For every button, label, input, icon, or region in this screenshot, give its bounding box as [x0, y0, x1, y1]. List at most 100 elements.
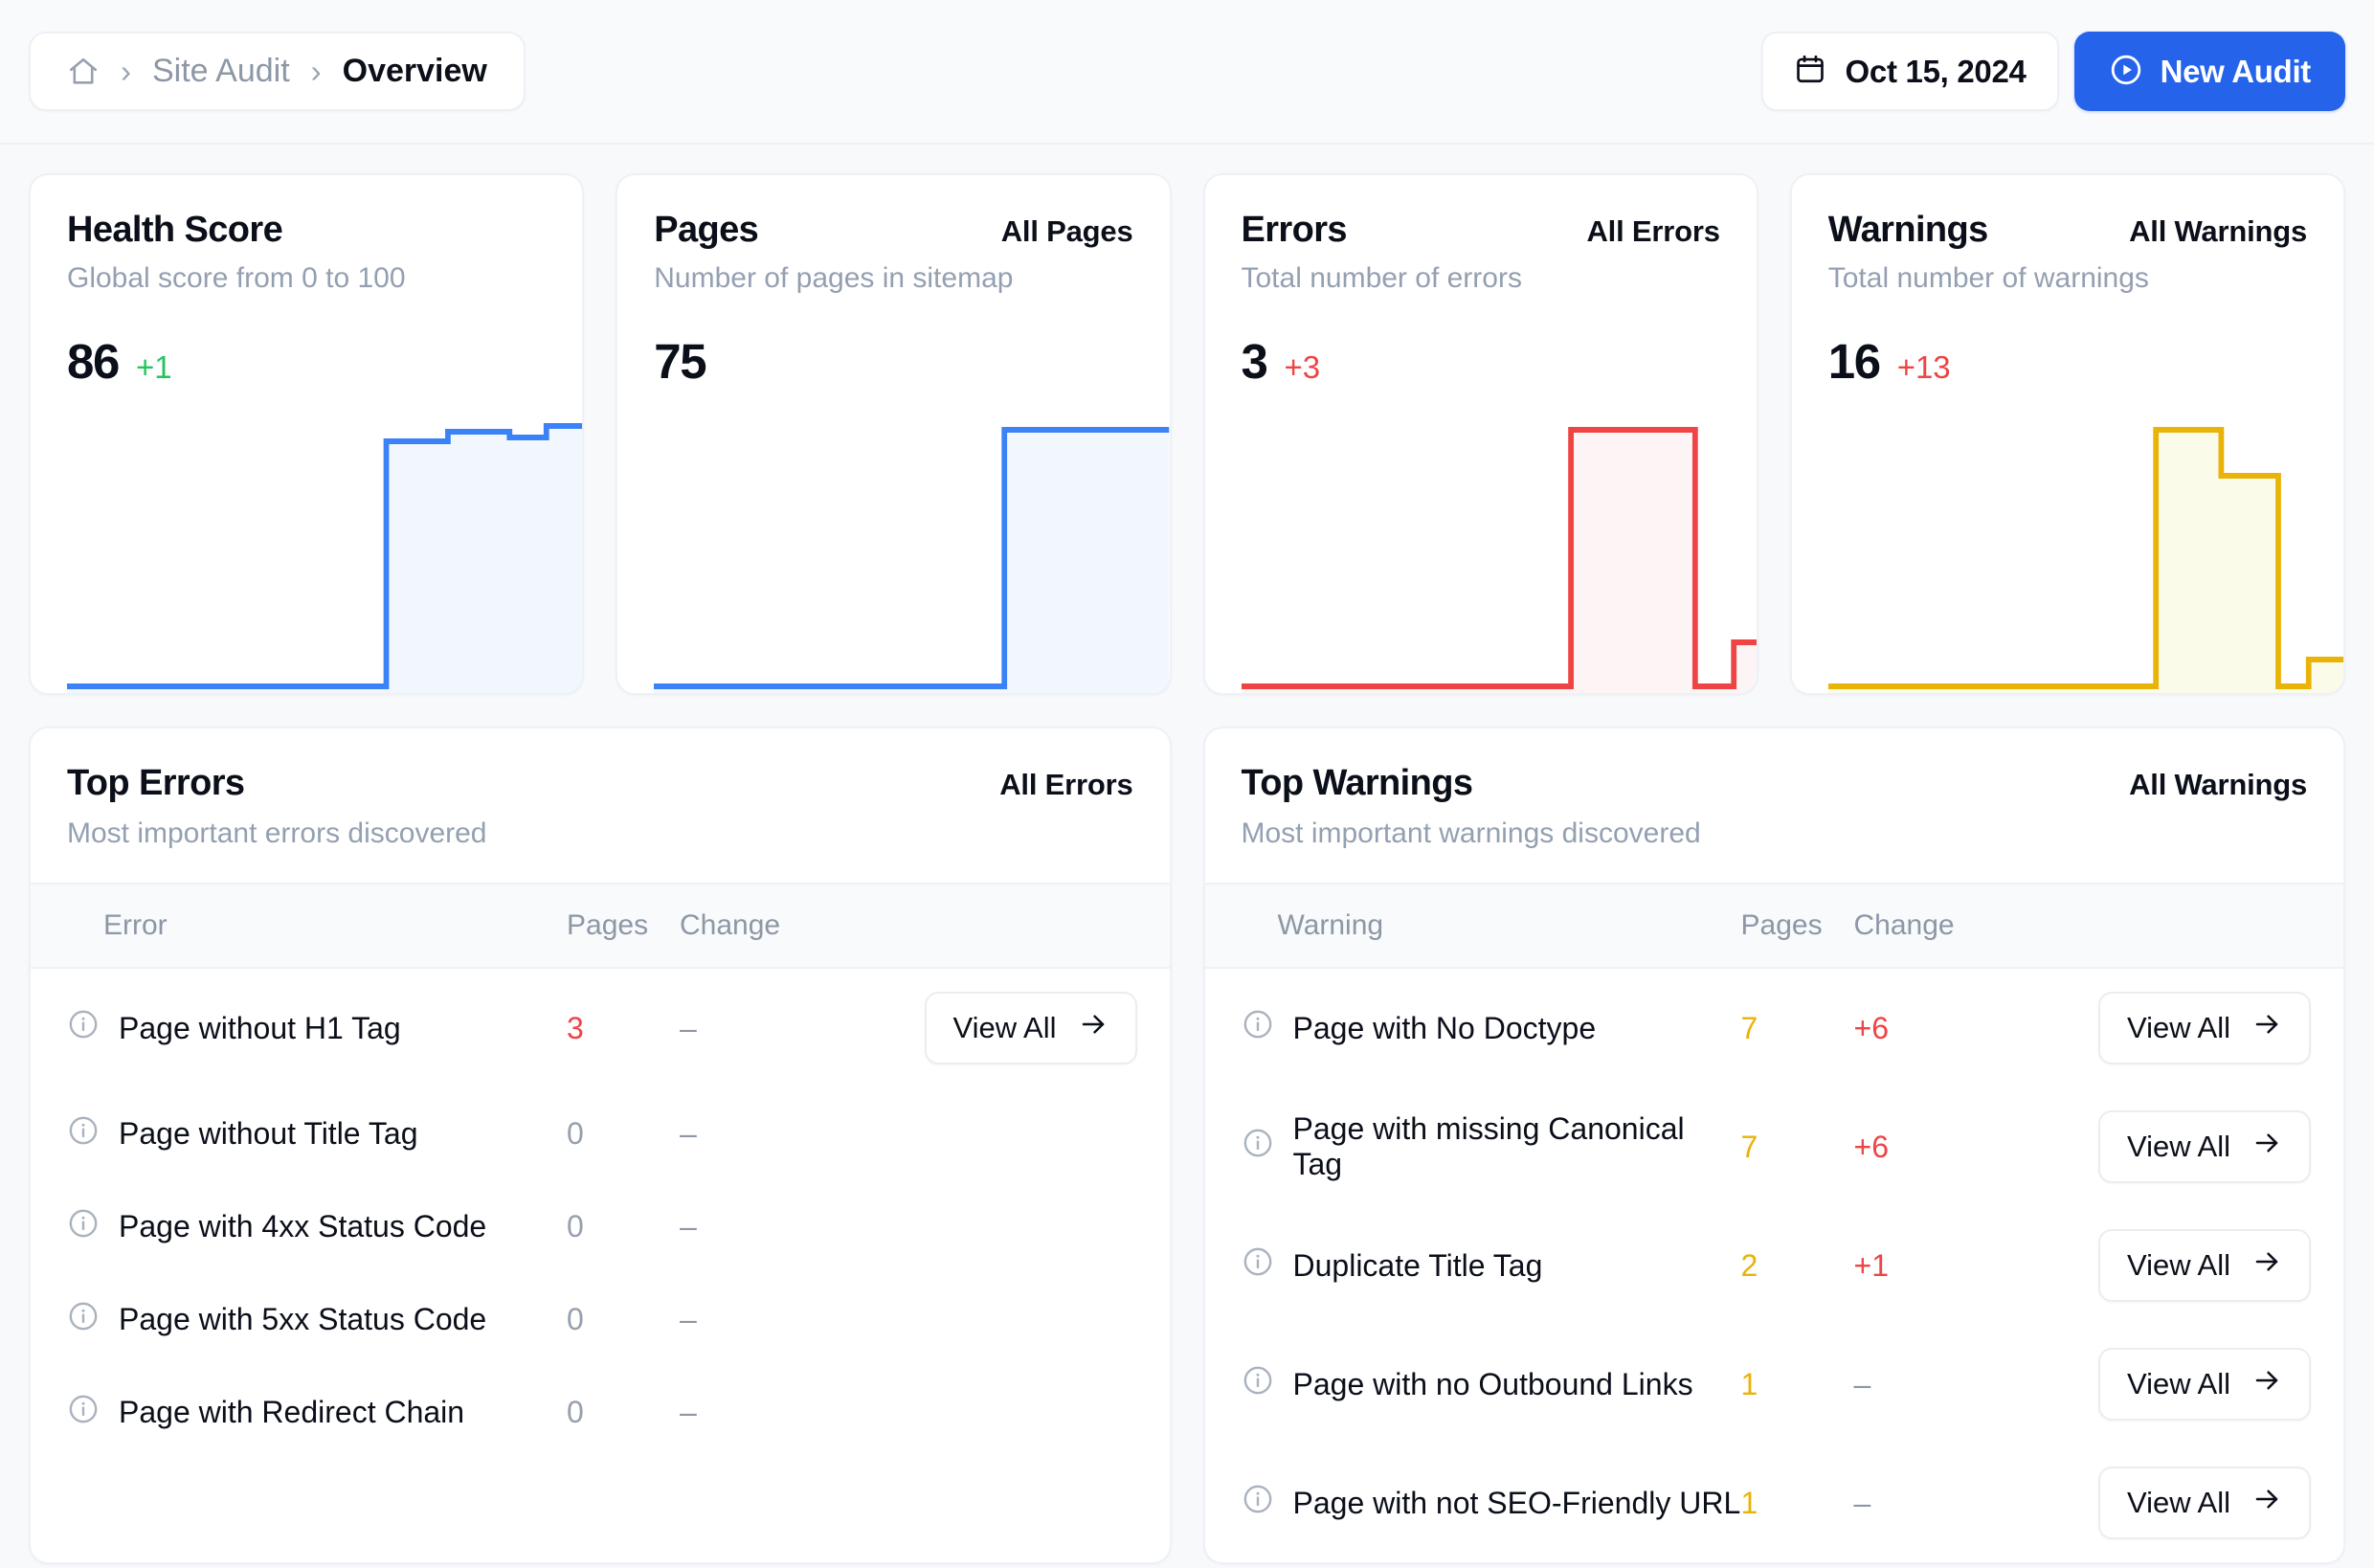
view-all-label: View All [952, 1011, 1057, 1044]
info-icon[interactable] [67, 1114, 100, 1154]
error-change-value: – [680, 1116, 697, 1151]
warning-name-cell: Page with no Outbound Links [1205, 1325, 1741, 1444]
top-warnings-header: Top Warnings All Warnings Most important… [1205, 728, 2344, 883]
view-all-label: View All [2127, 1486, 2230, 1519]
arrow-right-icon [2251, 1246, 2282, 1285]
warning-change-value: +6 [1853, 1129, 1889, 1164]
warning-action-cell: View All [2036, 1087, 2344, 1206]
kpi-value: 3 [1241, 334, 1268, 389]
table-header-row: Warning Pages Change [1204, 883, 2343, 969]
kpi-link-all-warnings[interactable]: All Warnings [2129, 214, 2307, 249]
kpi-delta: +13 [1896, 349, 1951, 385]
view-all-label: View All [2127, 1130, 2230, 1163]
view-all-label: View All [2127, 1367, 2230, 1400]
view-all-button[interactable]: View All [2098, 992, 2311, 1064]
error-change-value: – [680, 1395, 697, 1429]
kpi-title: Health Score [67, 210, 283, 250]
kpi-header: Pages All Pages [654, 210, 1132, 251]
info-icon[interactable] [1242, 1008, 1274, 1048]
table-row[interactable]: Page with 4xx Status Code 0 – [31, 1180, 1170, 1273]
warning-pages-count: 7 [1740, 1129, 1758, 1164]
warning-pages-count: 1 [1740, 1366, 1758, 1401]
table-row[interactable]: Duplicate Title Tag 2 +1 View All [1205, 1206, 2344, 1325]
kpi-header: Errors All Errors [1242, 210, 1720, 251]
table-row[interactable]: Page with not SEO-Friendly URL 1 – View … [1205, 1444, 2344, 1562]
warning-name-cell: Page with not SEO-Friendly URL [1205, 1444, 1741, 1562]
kpi-row: Health Score Global score from 0 to 100 … [29, 173, 2345, 695]
breadcrumb-current: Overview [342, 53, 487, 89]
info-icon[interactable] [1242, 1127, 1274, 1167]
top-errors-table-head: Error Pages Change [31, 883, 1170, 969]
kpi-title: Errors [1241, 210, 1348, 250]
view-all-label: View All [2127, 1248, 2230, 1282]
kpi-value-row: 3 +3 [1242, 333, 1720, 390]
info-icon[interactable] [1242, 1483, 1274, 1523]
new-audit-label: New Audit [2160, 53, 2312, 89]
kpi-subtitle: Global score from 0 to 100 [67, 262, 406, 294]
kpi-header: Warnings All Warnings [1828, 210, 2307, 251]
kpi-link-all-errors[interactable]: All Errors [1586, 214, 1719, 249]
warning-change-value: – [1853, 1366, 1871, 1401]
warning-name: Page with no Outbound Links [1292, 1366, 1693, 1401]
new-audit-button[interactable]: New Audit [2073, 32, 2345, 111]
view-all-button[interactable]: View All [2098, 1348, 2311, 1421]
info-icon[interactable] [67, 1207, 100, 1247]
home-icon[interactable] [67, 56, 100, 88]
error-action-cell [862, 1366, 1170, 1459]
view-all-button[interactable]: View All [2098, 1110, 2311, 1183]
warning-pages-count: 1 [1740, 1485, 1758, 1520]
table-row[interactable]: Page with Redirect Chain 0 – [31, 1366, 1170, 1459]
top-warnings-card: Top Warnings All Warnings Most important… [1202, 727, 2345, 1564]
error-name-cell: Page with 5xx Status Code [31, 1273, 567, 1366]
kpi-subtitle: Total number of errors [1241, 262, 1522, 294]
warning-name: Duplicate Title Tag [1292, 1247, 1543, 1283]
error-name-cell: Page without Title Tag [31, 1087, 567, 1180]
top-warnings-table-head: Warning Pages Change [1204, 883, 2343, 969]
kpi-value-row: 86 +1 [67, 333, 546, 390]
top-errors-all-link[interactable]: All Errors [999, 768, 1132, 802]
table-row[interactable]: Page with No Doctype 7 +6 View All [1205, 968, 2344, 1087]
breadcrumb-parent[interactable]: Site Audit [152, 53, 290, 90]
error-change-value: – [680, 1010, 697, 1045]
kpi-value: 75 [654, 334, 706, 389]
kpi-title: Warnings [1827, 210, 1989, 250]
table-row[interactable]: Page without H1 Tag 3 – View All [31, 968, 1170, 1087]
info-icon[interactable] [1242, 1364, 1274, 1404]
top-warnings-table: Warning Pages Change Page with No Doctyp… [1204, 883, 2344, 1562]
info-icon[interactable] [67, 1008, 100, 1048]
warning-change-value: – [1853, 1485, 1871, 1520]
kpi-link-all-pages[interactable]: All Pages [1001, 214, 1133, 249]
sparkline-errors [1241, 401, 1757, 693]
date-picker-button[interactable]: Oct 15, 2024 [1760, 32, 2059, 111]
info-icon[interactable] [67, 1300, 100, 1340]
kpi-card-errors: Errors All Errors Total number of errors… [1202, 173, 1758, 695]
warning-name-cell: Page with missing Canonical Tag [1205, 1087, 1741, 1206]
table-row[interactable]: Page with no Outbound Links 1 – View All [1205, 1325, 2344, 1444]
warning-action-cell: View All [2036, 968, 2344, 1087]
error-name: Page with 4xx Status Code [119, 1209, 487, 1243]
info-icon[interactable] [67, 1393, 100, 1433]
table-row[interactable]: Page without Title Tag 0 – [31, 1087, 1170, 1180]
breadcrumb-separator-2: › [310, 54, 322, 89]
top-bar: › Site Audit › Overview Oct 15, 2024 New… [0, 0, 2374, 145]
info-icon[interactable] [1242, 1245, 1274, 1286]
warning-name: Page with No Doctype [1292, 1010, 1597, 1045]
table-row[interactable]: Page with missing Canonical Tag 7 +6 Vie… [1205, 1087, 2344, 1206]
view-all-button[interactable]: View All [2098, 1467, 2311, 1539]
table-row[interactable]: Page with 5xx Status Code 0 – [31, 1273, 1170, 1366]
kpi-title: Pages [654, 210, 759, 250]
error-name-cell: Page with Redirect Chain [31, 1366, 567, 1459]
sparkline-warnings [1827, 401, 2343, 693]
top-warnings-all-link[interactable]: All Warnings [2129, 768, 2307, 802]
calendar-icon [1794, 53, 1826, 90]
warning-action-cell: View All [2036, 1206, 2344, 1325]
tables-row: Top Errors All Errors Most important err… [29, 727, 2345, 1564]
page-content: Health Score Global score from 0 to 100 … [0, 145, 2374, 1568]
view-all-button[interactable]: View All [2098, 1229, 2311, 1302]
warning-name-cell: Duplicate Title Tag [1205, 1206, 1741, 1325]
error-name-cell: Page with 4xx Status Code [31, 1180, 567, 1273]
warning-action-cell: View All [2036, 1444, 2344, 1562]
top-errors-title: Top Errors [67, 763, 245, 803]
view-all-button[interactable]: View All [924, 992, 1137, 1064]
column-header-action [862, 883, 1170, 969]
